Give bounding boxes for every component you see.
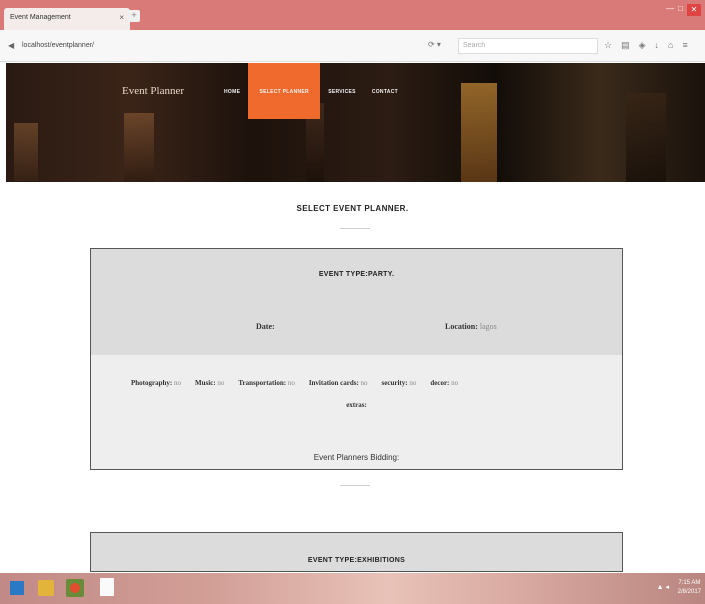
tab-close-icon[interactable]: × (119, 13, 124, 22)
clock-time: 7:15 AM (678, 580, 701, 586)
event-date: Date: (256, 322, 275, 331)
hero-background-shape (626, 93, 666, 182)
file-explorer-icon[interactable] (38, 580, 54, 596)
system-tray[interactable]: ▲ ◂ (657, 583, 669, 591)
services-list: Photography: no Music: no Transportation… (131, 379, 591, 387)
address-bar[interactable]: localhost/eventplanner/ (22, 39, 422, 53)
extras-label: extras: (346, 401, 367, 409)
menu-item-services[interactable]: SERVICES (320, 63, 364, 119)
browser-titlebar: Event Management × + — □ ✕ (0, 0, 705, 30)
pocket-icon[interactable]: ◈ (639, 40, 646, 51)
home-icon[interactable]: ⌂ (668, 40, 673, 51)
service-item: Photography: no (131, 379, 181, 387)
tab-title: Event Management (10, 14, 71, 21)
site-logo[interactable]: Event Planner (122, 85, 184, 97)
hero-background-shape (461, 83, 497, 182)
main-menu: HOME SELECT PLANNER SERVICES CONTACT (216, 63, 406, 119)
service-item: Music: no (195, 379, 224, 387)
document-app-icon[interactable] (100, 578, 114, 596)
menu-icon[interactable]: ≡ (682, 40, 687, 51)
search-input[interactable]: Search (458, 38, 598, 54)
service-item: decor: no (430, 379, 458, 387)
browser-app-icon[interactable] (66, 579, 84, 597)
service-label: security: (381, 379, 408, 387)
os-taskbar: ▲ ◂ 7:15 AM 2/8/2017 (0, 573, 705, 604)
event-card-body: Photography: no Music: no Transportation… (91, 355, 622, 469)
date-label: Date: (256, 322, 275, 331)
browser-navbar: ◀ localhost/eventplanner/ ⟳ ▾ Search ☆ ▤… (0, 30, 705, 62)
event-type-label: EVENT TYPE:PARTY. (318, 271, 395, 278)
service-item: security: no (382, 379, 417, 387)
maximize-button[interactable]: □ (678, 4, 683, 16)
browser-toolbar-icons: ☆ ▤ ◈ ↓ ⌂ ≡ (604, 40, 688, 51)
taskbar-clock[interactable]: 7:15 AM 2/8/2017 (678, 579, 701, 597)
browser-logo-dot (70, 583, 80, 593)
service-value: no (217, 379, 225, 387)
service-value: no (451, 379, 459, 387)
service-value: no (173, 379, 181, 387)
divider (340, 485, 370, 486)
service-label: Photography: (131, 379, 173, 387)
event-card: EVENT TYPE:PARTY. Date: Location: lagos … (90, 248, 623, 470)
start-button-icon[interactable] (10, 581, 24, 595)
minimize-button[interactable]: — (666, 4, 674, 16)
bidding-link[interactable]: Event Planners Bidding: (91, 453, 622, 462)
menu-item-select-planner[interactable]: SELECT PLANNER (248, 63, 321, 119)
hero-background-shape (124, 113, 154, 182)
window-controls: — □ ✕ (666, 4, 701, 16)
service-value: no (287, 379, 295, 387)
reading-list-icon[interactable]: ▤ (621, 40, 630, 51)
service-label: Invitation cards: (308, 379, 359, 387)
new-tab-button[interactable]: + (128, 10, 140, 22)
service-label: decor: (430, 379, 450, 387)
menu-item-contact[interactable]: CONTACT (364, 63, 406, 119)
event-card-header: EVENT TYPE:PARTY. Date: Location: lagos (91, 249, 622, 355)
back-arrow-icon[interactable]: ◀ (8, 41, 14, 50)
divider (340, 228, 370, 229)
service-value: no (360, 379, 368, 387)
window-close-button[interactable]: ✕ (687, 4, 701, 16)
reload-icon[interactable]: ⟳ ▾ (428, 40, 441, 49)
service-item: Transportation: no (238, 379, 294, 387)
location-value: lagos (479, 322, 497, 331)
bookmark-star-icon[interactable]: ☆ (604, 40, 612, 51)
menu-item-home[interactable]: HOME (216, 63, 248, 119)
event-type-label: EVENT TYPE:EXHIBITIONS (307, 557, 406, 564)
browser-tab[interactable]: Event Management × (4, 8, 130, 30)
page-title: SELECT EVENT PLANNER. (296, 204, 409, 213)
event-card: EVENT TYPE:EXHIBITIONS (90, 532, 623, 572)
download-icon[interactable]: ↓ (655, 40, 660, 51)
service-value: no (409, 379, 417, 387)
event-card-header: EVENT TYPE:EXHIBITIONS (91, 533, 622, 571)
hero-header: Event Planner HOME SELECT PLANNER SERVIC… (6, 63, 705, 182)
clock-date: 2/8/2017 (677, 589, 701, 595)
location-label: Location: (445, 322, 478, 331)
service-label: Music: (194, 379, 216, 387)
hero-background-shape (14, 123, 38, 181)
service-item: Invitation cards: no (309, 379, 368, 387)
service-label: Transportation: (238, 379, 287, 387)
event-location: Location: lagos (445, 322, 497, 331)
